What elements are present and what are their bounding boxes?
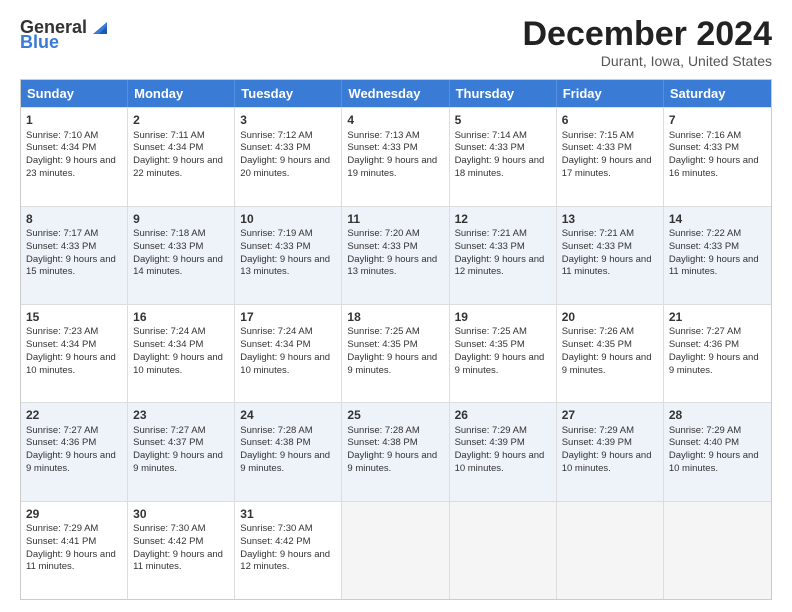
month-title: December 2024 [522, 16, 772, 53]
day-13: 13 Sunrise: 7:21 AM Sunset: 4:33 PM Dayl… [557, 207, 664, 304]
day-20: 20 Sunrise: 7:26 AM Sunset: 4:35 PM Dayl… [557, 305, 664, 402]
day-17: 17 Sunrise: 7:24 AM Sunset: 4:34 PM Dayl… [235, 305, 342, 402]
title-block: December 2024 Durant, Iowa, United State… [522, 16, 772, 69]
page: General Blue December 2024 Durant, Iowa,… [0, 0, 792, 612]
week-row-2: 8 Sunrise: 7:17 AM Sunset: 4:33 PM Dayli… [21, 206, 771, 304]
calendar-body: 1 Sunrise: 7:10 AM Sunset: 4:34 PM Dayli… [21, 107, 771, 599]
day-24: 24 Sunrise: 7:28 AM Sunset: 4:38 PM Dayl… [235, 403, 342, 500]
calendar-header: Sunday Monday Tuesday Wednesday Thursday… [21, 80, 771, 107]
day-14: 14 Sunrise: 7:22 AM Sunset: 4:33 PM Dayl… [664, 207, 771, 304]
day-25: 25 Sunrise: 7:28 AM Sunset: 4:38 PM Dayl… [342, 403, 449, 500]
day-10: 10 Sunrise: 7:19 AM Sunset: 4:33 PM Dayl… [235, 207, 342, 304]
empty-2 [450, 502, 557, 599]
day-5: 5 Sunrise: 7:14 AM Sunset: 4:33 PM Dayli… [450, 108, 557, 205]
day-29: 29 Sunrise: 7:29 AM Sunset: 4:41 PM Dayl… [21, 502, 128, 599]
day-7: 7 Sunrise: 7:16 AM Sunset: 4:33 PM Dayli… [664, 108, 771, 205]
day-9: 9 Sunrise: 7:18 AM Sunset: 4:33 PM Dayli… [128, 207, 235, 304]
day-30: 30 Sunrise: 7:30 AM Sunset: 4:42 PM Dayl… [128, 502, 235, 599]
day-1: 1 Sunrise: 7:10 AM Sunset: 4:34 PM Dayli… [21, 108, 128, 205]
header-wednesday: Wednesday [342, 80, 449, 107]
empty-3 [557, 502, 664, 599]
day-16: 16 Sunrise: 7:24 AM Sunset: 4:34 PM Dayl… [128, 305, 235, 402]
week-row-3: 15 Sunrise: 7:23 AM Sunset: 4:34 PM Dayl… [21, 304, 771, 402]
day-11: 11 Sunrise: 7:20 AM Sunset: 4:33 PM Dayl… [342, 207, 449, 304]
empty-4 [664, 502, 771, 599]
day-31: 31 Sunrise: 7:30 AM Sunset: 4:42 PM Dayl… [235, 502, 342, 599]
day-2: 2 Sunrise: 7:11 AM Sunset: 4:34 PM Dayli… [128, 108, 235, 205]
header-friday: Friday [557, 80, 664, 107]
header-sunday: Sunday [21, 80, 128, 107]
day-23: 23 Sunrise: 7:27 AM Sunset: 4:37 PM Dayl… [128, 403, 235, 500]
header-thursday: Thursday [450, 80, 557, 107]
header-monday: Monday [128, 80, 235, 107]
day-4: 4 Sunrise: 7:13 AM Sunset: 4:33 PM Dayli… [342, 108, 449, 205]
empty-1 [342, 502, 449, 599]
week-row-4: 22 Sunrise: 7:27 AM Sunset: 4:36 PM Dayl… [21, 402, 771, 500]
calendar: Sunday Monday Tuesday Wednesday Thursday… [20, 79, 772, 600]
logo-blue: Blue [20, 32, 59, 53]
location-title: Durant, Iowa, United States [522, 53, 772, 69]
day-18: 18 Sunrise: 7:25 AM Sunset: 4:35 PM Dayl… [342, 305, 449, 402]
day-22: 22 Sunrise: 7:27 AM Sunset: 4:36 PM Dayl… [21, 403, 128, 500]
day-19: 19 Sunrise: 7:25 AM Sunset: 4:35 PM Dayl… [450, 305, 557, 402]
logo-icon [89, 16, 111, 38]
day-27: 27 Sunrise: 7:29 AM Sunset: 4:39 PM Dayl… [557, 403, 664, 500]
day-12: 12 Sunrise: 7:21 AM Sunset: 4:33 PM Dayl… [450, 207, 557, 304]
week-row-5: 29 Sunrise: 7:29 AM Sunset: 4:41 PM Dayl… [21, 501, 771, 599]
day-21: 21 Sunrise: 7:27 AM Sunset: 4:36 PM Dayl… [664, 305, 771, 402]
day-6: 6 Sunrise: 7:15 AM Sunset: 4:33 PM Dayli… [557, 108, 664, 205]
logo: General Blue [20, 16, 111, 53]
day-3: 3 Sunrise: 7:12 AM Sunset: 4:33 PM Dayli… [235, 108, 342, 205]
header: General Blue December 2024 Durant, Iowa,… [20, 16, 772, 69]
day-8: 8 Sunrise: 7:17 AM Sunset: 4:33 PM Dayli… [21, 207, 128, 304]
day-26: 26 Sunrise: 7:29 AM Sunset: 4:39 PM Dayl… [450, 403, 557, 500]
header-saturday: Saturday [664, 80, 771, 107]
day-15: 15 Sunrise: 7:23 AM Sunset: 4:34 PM Dayl… [21, 305, 128, 402]
week-row-1: 1 Sunrise: 7:10 AM Sunset: 4:34 PM Dayli… [21, 107, 771, 205]
header-tuesday: Tuesday [235, 80, 342, 107]
day-28: 28 Sunrise: 7:29 AM Sunset: 4:40 PM Dayl… [664, 403, 771, 500]
